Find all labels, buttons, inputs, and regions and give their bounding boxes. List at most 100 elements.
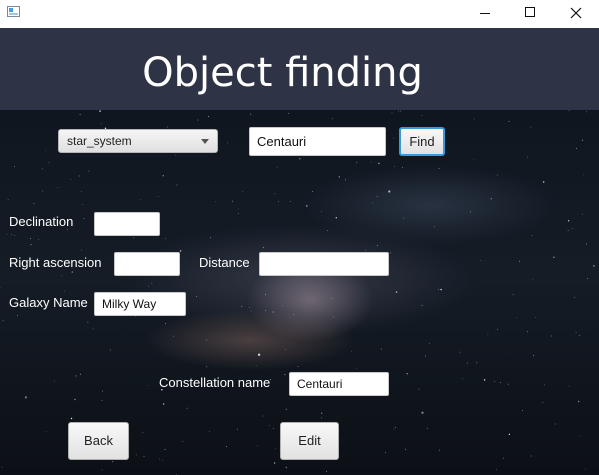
galaxy-name-field[interactable]: Milky Way <box>94 292 186 316</box>
star-dot <box>79 114 81 116</box>
star-dot <box>390 252 392 254</box>
star-dot <box>208 116 209 118</box>
star-dot <box>210 237 212 239</box>
star-dot <box>272 428 274 429</box>
star-dot <box>571 228 573 229</box>
distance-field[interactable] <box>259 252 389 276</box>
maximize-button[interactable] <box>508 0 554 28</box>
minimize-icon <box>480 13 490 14</box>
star-dot <box>209 430 211 432</box>
star-dot <box>393 137 395 139</box>
star-dot <box>586 243 587 245</box>
star-dot <box>593 265 595 267</box>
star-dot <box>237 213 239 214</box>
edit-button[interactable]: Edit <box>280 422 339 460</box>
star-dot <box>385 452 386 454</box>
find-button[interactable]: Find <box>399 127 445 156</box>
star-dot <box>162 460 164 461</box>
star-dot <box>321 417 322 419</box>
star-dot <box>79 373 81 375</box>
right-ascension-label: Right ascension <box>9 255 102 270</box>
star-dot <box>356 368 358 369</box>
star-dot <box>356 161 358 163</box>
star-dot <box>81 191 82 193</box>
star-dot <box>140 199 141 201</box>
star-dot <box>269 424 270 426</box>
star-dot <box>2 320 4 322</box>
star-dot <box>496 468 497 470</box>
declination-field[interactable] <box>94 212 160 236</box>
page-title: Object finding <box>142 50 423 96</box>
star-dot <box>394 165 395 167</box>
star-dot <box>33 203 35 205</box>
star-dot <box>157 196 159 197</box>
star-dot <box>57 187 59 188</box>
star-dot <box>567 220 570 222</box>
star-dot <box>512 293 514 295</box>
star-dot <box>7 199 9 200</box>
star-dot <box>143 455 145 457</box>
star-dot <box>332 316 334 318</box>
star-dot <box>148 285 149 287</box>
right-ascension-field[interactable] <box>114 252 180 276</box>
star-dot <box>147 385 149 386</box>
star-dot <box>242 191 243 192</box>
star-dot <box>179 250 182 252</box>
distance-label: Distance <box>199 255 250 270</box>
star-dot <box>285 349 286 350</box>
star-dot <box>426 427 428 429</box>
minimize-button[interactable] <box>462 0 508 28</box>
star-dot <box>395 427 396 428</box>
search-input[interactable]: Centauri <box>249 127 386 156</box>
star-dot <box>433 226 435 228</box>
star-dot <box>378 162 380 165</box>
star-dot <box>376 196 378 197</box>
star-dot <box>402 167 403 169</box>
star-dot <box>425 355 426 357</box>
star-dot <box>54 380 55 382</box>
star-dot <box>256 445 258 447</box>
star-dot <box>487 333 489 335</box>
maximize-icon <box>525 7 535 17</box>
star-dot <box>370 161 372 163</box>
star-dot <box>502 457 504 459</box>
star-dot <box>227 142 229 144</box>
star-dot <box>14 166 16 167</box>
star-dot <box>162 403 165 405</box>
star-dot <box>531 235 533 237</box>
window-titlebar <box>0 0 599 28</box>
star-dot <box>41 168 43 170</box>
star-dot <box>272 311 274 313</box>
constellation-name-field[interactable]: Centauri <box>289 372 389 396</box>
back-button[interactable]: Back <box>68 422 129 460</box>
star-dot <box>421 411 424 414</box>
stars-decoration <box>0 110 595 475</box>
star-dot <box>112 461 114 463</box>
star-dot <box>462 378 463 380</box>
declination-label: Declination <box>9 214 74 229</box>
star-dot <box>459 351 461 353</box>
star-dot <box>331 118 333 120</box>
star-dot <box>45 431 47 432</box>
star-dot <box>99 110 101 112</box>
star-dot <box>102 390 103 392</box>
star-dot <box>405 448 406 450</box>
star-dot <box>38 239 39 241</box>
star-dot <box>250 113 252 115</box>
star-dot <box>507 383 509 385</box>
star-dot <box>473 159 474 161</box>
star-dot <box>421 305 423 307</box>
star-dot <box>345 179 346 181</box>
star-dot <box>74 398 76 401</box>
star-dot <box>75 375 77 377</box>
star-dot <box>78 175 80 177</box>
close-button[interactable] <box>553 0 599 28</box>
star-dot <box>311 191 313 192</box>
object-type-dropdown[interactable]: star_system <box>58 129 218 153</box>
star-dot <box>159 458 161 460</box>
star-dot <box>81 249 82 251</box>
starfield-background <box>0 110 599 475</box>
star-dot <box>165 323 166 325</box>
star-dot <box>206 339 208 341</box>
star-dot <box>142 432 144 434</box>
